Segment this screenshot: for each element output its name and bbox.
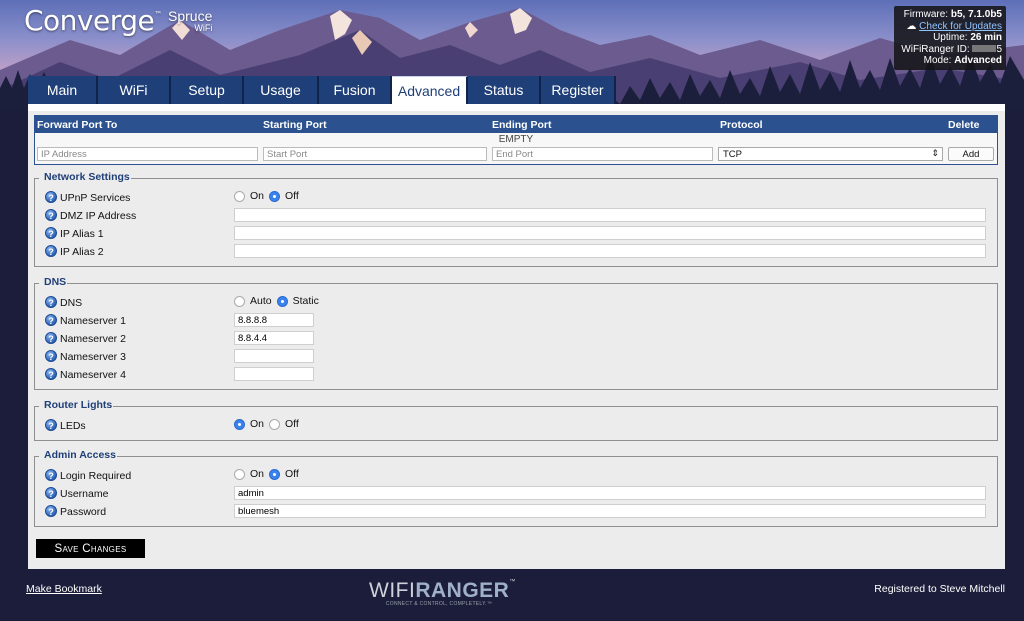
save-changes-button[interactable]: Save Changes — [36, 539, 145, 558]
col-ending-port: Ending Port — [492, 119, 552, 131]
col-starting-port: Starting Port — [263, 119, 327, 131]
help-icon[interactable]: ? — [45, 209, 57, 221]
login-off-radio[interactable] — [269, 468, 281, 480]
nameserver-4-input[interactable] — [234, 367, 314, 381]
section-legend: Router Lights — [43, 399, 114, 411]
main-tabs: Main WiFi Setup Usage Fusion Advanced St… — [28, 76, 616, 104]
empty-message: EMPTY — [498, 134, 534, 145]
add-button[interactable]: Add — [948, 147, 994, 161]
col-forward-port-to: Forward Port To — [37, 119, 118, 131]
tab-advanced[interactable]: Advanced — [392, 76, 468, 104]
nameserver-2-input[interactable] — [234, 331, 314, 345]
ns1-row: ? Nameserver 1 — [45, 313, 985, 329]
make-bookmark-link[interactable]: Make Bookmark — [26, 583, 102, 595]
password-row: ? Password — [45, 504, 986, 520]
section-legend: Admin Access — [43, 449, 117, 461]
tab-register[interactable]: Register — [541, 76, 616, 104]
leds-row: ? LEDs On Off — [45, 418, 985, 434]
dns-mode-row: ? DNS Auto Static — [45, 295, 985, 311]
dns-static-radio[interactable] — [276, 295, 288, 307]
dns-section: DNS ? DNS Auto Static ? Nameserver 1 ? N… — [34, 276, 998, 390]
section-legend: DNS — [43, 276, 68, 288]
redacted-id — [972, 45, 997, 53]
leds-off-radio[interactable] — [269, 418, 281, 430]
tab-wifi[interactable]: WiFi — [98, 76, 171, 104]
panel-top-strip — [28, 104, 1005, 111]
system-info-box: Firmware: b5, 7.1.0b5 ☁ Check for Update… — [894, 6, 1006, 70]
help-icon[interactable]: ? — [45, 296, 57, 308]
main-panel: Forward Port To Starting Port Ending Por… — [28, 104, 1005, 569]
router-lights-section: Router Lights ? LEDs On Off — [34, 399, 998, 441]
check-updates-link[interactable]: Check for Updates — [919, 21, 1002, 32]
dns-radio-group: Auto Static — [234, 295, 324, 307]
password-input[interactable] — [234, 504, 986, 518]
tab-usage[interactable]: Usage — [244, 76, 319, 104]
end-port-input[interactable] — [492, 147, 713, 161]
leds-radio-group: On Off — [234, 418, 304, 430]
help-icon[interactable]: ? — [45, 245, 57, 257]
help-icon[interactable]: ? — [45, 314, 57, 326]
login-on-radio[interactable] — [234, 468, 245, 480]
tab-main[interactable]: Main — [28, 76, 98, 104]
leds-on-radio[interactable] — [234, 418, 245, 430]
username-row: ? Username — [45, 486, 986, 502]
ip-address-input[interactable] — [37, 147, 258, 161]
username-input[interactable] — [234, 486, 986, 500]
tab-status[interactable]: Status — [468, 76, 541, 104]
help-icon[interactable]: ? — [45, 505, 57, 517]
upnp-on-radio[interactable] — [234, 190, 245, 202]
upnp-off-radio[interactable] — [269, 190, 281, 202]
help-icon[interactable]: ? — [45, 487, 57, 499]
login-required-row: ? Login Required On Off — [45, 468, 985, 484]
admin-access-section: Admin Access ? Login Required On Off ? U… — [34, 449, 998, 527]
login-radio-group: On Off — [234, 468, 304, 480]
ip-alias-1-input[interactable] — [234, 226, 986, 240]
protocol-select[interactable]: TCP ⇕ — [718, 147, 943, 161]
help-icon[interactable]: ? — [45, 350, 57, 362]
help-icon[interactable]: ? — [45, 191, 57, 203]
upnp-radio-group: On Off — [234, 190, 304, 202]
converge-logo: Converge™ — [24, 4, 162, 37]
help-icon[interactable]: ? — [45, 368, 57, 380]
ns4-row: ? Nameserver 4 — [45, 367, 985, 383]
tab-setup[interactable]: Setup — [171, 76, 244, 104]
network-settings-section: Network Settings ? UPnP Services On Off … — [34, 171, 998, 267]
nameserver-1-input[interactable] — [234, 313, 314, 327]
tab-fusion[interactable]: Fusion — [319, 76, 392, 104]
updown-arrow-icon: ⇕ — [931, 148, 939, 158]
alias2-row: ? IP Alias 2 — [45, 244, 986, 260]
col-delete: Delete — [948, 119, 980, 131]
dns-auto-radio[interactable] — [234, 295, 245, 307]
logo-edition: Spruce WiFi — [168, 8, 213, 33]
help-icon[interactable]: ? — [45, 419, 57, 431]
ip-alias-2-input[interactable] — [234, 244, 986, 258]
wifiranger-logo: WIFIRANGER™ CONNECT & CONTROL, COMPLETEL… — [369, 579, 516, 607]
nameserver-3-input[interactable] — [234, 349, 314, 363]
registered-to-text: Registered to Steve Mitchell — [874, 583, 1005, 595]
help-icon[interactable]: ? — [45, 469, 57, 481]
start-port-input[interactable] — [263, 147, 487, 161]
alias1-row: ? IP Alias 1 — [45, 226, 986, 242]
section-legend: Network Settings — [43, 171, 131, 183]
port-forward-header: Forward Port To Starting Port Ending Por… — [35, 116, 997, 133]
ns2-row: ? Nameserver 2 — [45, 331, 985, 347]
upnp-row: ? UPnP Services On Off — [45, 190, 985, 206]
help-icon[interactable]: ? — [45, 332, 57, 344]
dmz-ip-input[interactable] — [234, 208, 986, 222]
col-protocol: Protocol — [720, 119, 763, 131]
help-icon[interactable]: ? — [45, 227, 57, 239]
ns3-row: ? Nameserver 3 — [45, 349, 985, 365]
port-forward-table: Forward Port To Starting Port Ending Por… — [34, 115, 998, 165]
dmz-row: ? DMZ IP Address — [45, 208, 986, 224]
cloud-icon: ☁ — [906, 20, 917, 32]
